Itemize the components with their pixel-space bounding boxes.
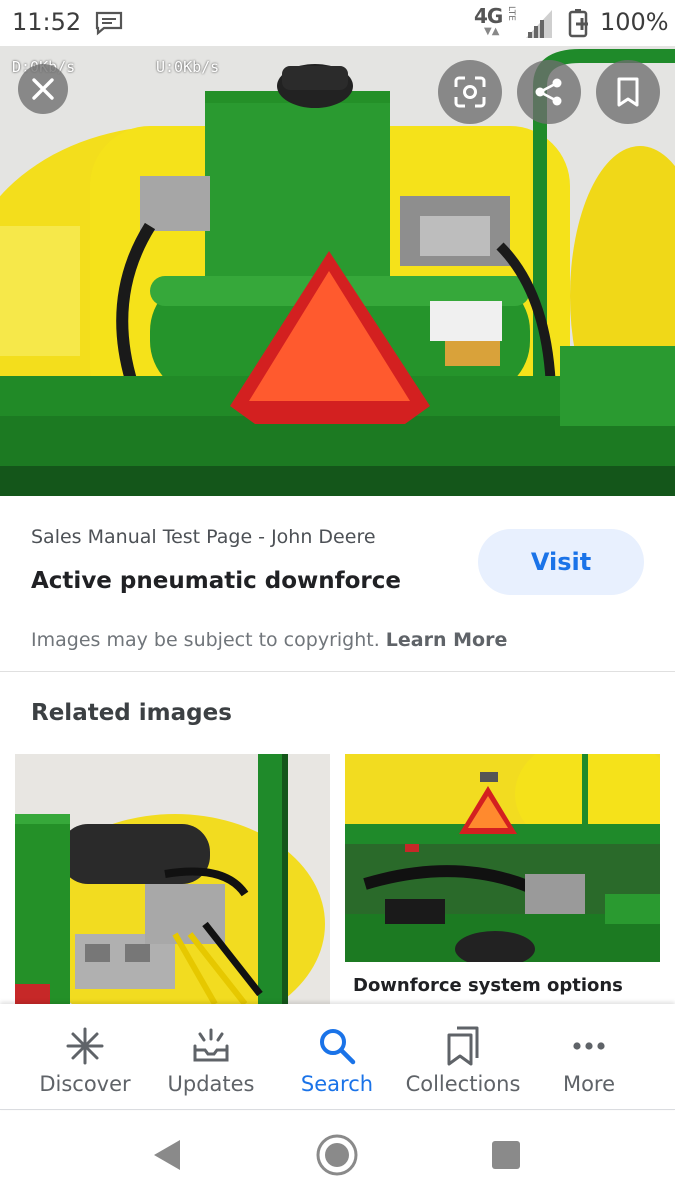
result-info: Sales Manual Test Page - John Deere Acti… — [0, 496, 675, 672]
related-thumb-1-photo — [15, 754, 330, 1004]
nav-updates-label: Updates — [167, 1072, 255, 1096]
share-button[interactable] — [517, 60, 581, 124]
copyright-text: Images may be subject to copyright. — [31, 629, 380, 651]
related-image-1[interactable] — [15, 754, 330, 1004]
upload-speed: U:0Kb/s — [156, 58, 220, 76]
planter-photo — [0, 46, 675, 496]
battery-charging-icon — [568, 8, 594, 42]
data-activity-icon: ▼▲ — [484, 26, 500, 37]
status-bar: 11:52 4G LTE ▼▲ 100% — [0, 0, 675, 46]
learn-more-link[interactable]: Learn More — [386, 629, 508, 651]
asterisk-icon — [66, 1027, 104, 1065]
recents-icon[interactable] — [490, 1139, 522, 1171]
close-icon — [32, 78, 54, 100]
network-type: 4G — [474, 4, 503, 28]
status-time: 11:52 — [12, 8, 82, 36]
nav-discover[interactable]: Discover — [22, 1004, 148, 1110]
share-icon — [535, 78, 562, 106]
copyright-notice: Images may be subject to copyright. Lear… — [31, 629, 507, 651]
updates-icon — [193, 1028, 229, 1062]
more-dots-icon — [573, 1042, 605, 1050]
collections-icon — [447, 1026, 479, 1066]
result-title[interactable]: Active pneumatic downforce — [31, 568, 401, 594]
related-image-2-caption[interactable]: Downforce system options — [353, 975, 623, 996]
lens-icon — [454, 76, 486, 108]
back-icon[interactable] — [150, 1137, 184, 1173]
nav-more[interactable]: More — [526, 1004, 652, 1110]
result-source[interactable]: Sales Manual Test Page - John Deere — [31, 526, 376, 548]
nav-collections[interactable]: Collections — [400, 1004, 526, 1110]
battery-percent: 100% — [600, 8, 669, 36]
nav-discover-label: Discover — [39, 1072, 131, 1096]
nav-updates[interactable]: Updates — [148, 1004, 274, 1110]
nav-collections-label: Collections — [405, 1072, 521, 1096]
save-to-collection-button[interactable] — [596, 60, 660, 124]
message-notification-icon — [94, 10, 124, 40]
bottom-navigation: Discover Updates Search Collections More — [0, 1004, 675, 1110]
nav-more-label: More — [562, 1072, 616, 1096]
search-icon — [320, 1029, 356, 1065]
related-image-2[interactable] — [345, 754, 660, 962]
result-image[interactable]: D:0Kb/s U:0Kb/s — [0, 46, 675, 496]
lens-button[interactable] — [438, 60, 502, 124]
home-icon[interactable] — [315, 1133, 359, 1177]
visit-button[interactable]: Visit — [478, 529, 644, 595]
signal-icon — [524, 8, 554, 42]
related-images-heading: Related images — [31, 700, 232, 726]
nav-search-label: Search — [300, 1072, 374, 1096]
bookmark-icon — [617, 77, 639, 107]
related-thumb-2-photo — [345, 754, 660, 962]
system-navigation-bar — [0, 1111, 675, 1200]
close-button[interactable] — [18, 64, 68, 114]
nav-search[interactable]: Search — [274, 1004, 400, 1110]
network-sub: LTE — [506, 6, 516, 21]
